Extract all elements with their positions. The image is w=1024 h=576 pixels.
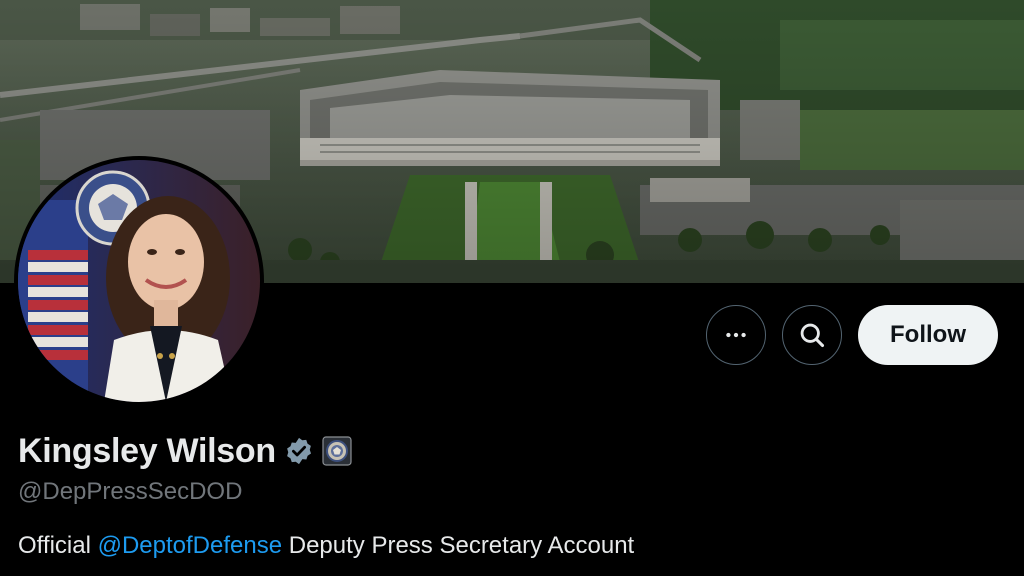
verified-badge-icon[interactable]: [284, 436, 314, 466]
more-options-button[interactable]: [706, 305, 766, 365]
avatar-image: [18, 160, 260, 402]
bio-mention-link[interactable]: @DeptofDefense: [98, 532, 282, 559]
search-icon: [800, 323, 825, 348]
display-name: Kingsley Wilson: [18, 431, 276, 470]
bio-suffix: Deputy Press Secretary Account: [282, 532, 635, 559]
profile-name-row: Kingsley Wilson: [18, 428, 352, 474]
profile-handle: @DepPressSecDOD: [18, 478, 243, 505]
bio-prefix: Official: [18, 532, 98, 559]
profile-page: Follow Kingsley Wilson @DepPressSecDOD O…: [0, 0, 1024, 576]
search-profile-button[interactable]: [782, 305, 842, 365]
affiliation-seal-icon[interactable]: [322, 436, 352, 466]
profile-bio: Official @DeptofDefense Deputy Press Sec…: [18, 532, 634, 560]
more-horizontal-icon: [726, 332, 746, 338]
avatar[interactable]: [14, 156, 264, 406]
avatar-photo: [18, 160, 260, 402]
follow-button[interactable]: Follow: [858, 305, 998, 365]
